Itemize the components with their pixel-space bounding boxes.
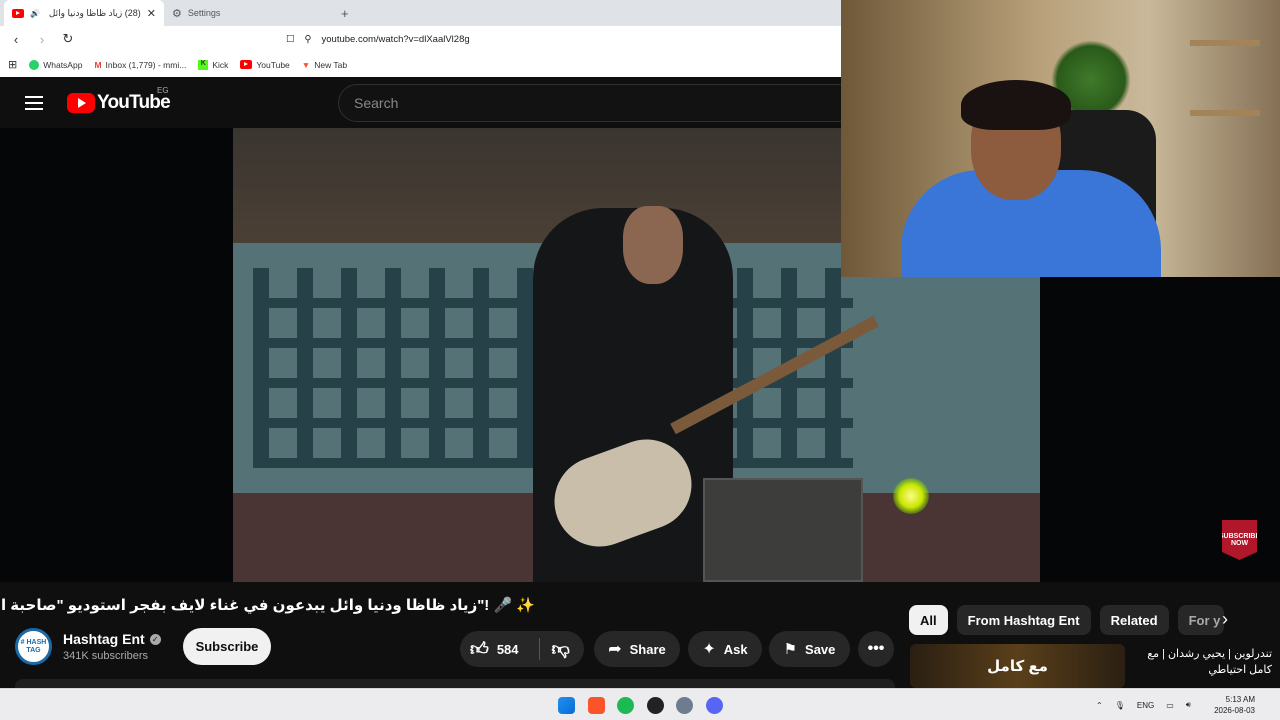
- brave-icon[interactable]: [588, 697, 605, 714]
- youtube-logo[interactable]: YouTube EG: [67, 86, 171, 114]
- apps-grid-icon[interactable]: ⊞: [8, 58, 17, 71]
- recommendation-thumbnail[interactable]: مع كامل: [910, 644, 1125, 688]
- back-icon[interactable]: ‹: [8, 32, 24, 47]
- menu-icon[interactable]: [25, 95, 43, 110]
- verified-icon: ✓: [149, 633, 161, 645]
- bookmark-icon: ⚑: [783, 641, 798, 658]
- thumbs-up-icon: 👍︎: [470, 639, 489, 659]
- gear-icon: ⚙: [172, 7, 182, 20]
- bookmark-new-tab[interactable]: ▼ New Tab: [302, 60, 347, 70]
- subscribe-button[interactable]: Subscribe: [183, 628, 271, 665]
- new-tab-button[interactable]: +: [329, 0, 361, 26]
- speaker-icon[interactable]: 🔊: [30, 9, 40, 18]
- bookmark-label: New Tab: [314, 59, 348, 70]
- amplifier: [703, 478, 863, 582]
- sparkle-icon: ✦: [702, 641, 716, 658]
- bookmark-label: Kick: [212, 59, 229, 70]
- dislike-button[interactable]: 👎︎: [548, 638, 570, 660]
- close-tab-icon[interactable]: ✕: [147, 7, 156, 20]
- volume-icon[interactable]: 🔊︎: [1186, 700, 1191, 710]
- channel-avatar[interactable]: # HASH TAG: [15, 628, 52, 665]
- more-actions-button[interactable]: •••: [858, 631, 894, 667]
- gmail-icon: M: [94, 59, 102, 70]
- save-label: Save: [805, 641, 836, 657]
- ask-label: Ask: [723, 641, 748, 657]
- tab-title: Settings: [187, 8, 221, 18]
- like-count: 584: [496, 641, 519, 657]
- like-dislike-group: 👍︎ 584 👎︎: [460, 631, 584, 667]
- chip-related[interactable]: Related: [1099, 605, 1169, 635]
- subscribe-now-badge[interactable]: SUBSCRIBE NOW: [1222, 520, 1257, 560]
- youtube-play-icon: [67, 92, 95, 113]
- bookmark-star-icon[interactable]: ☐: [286, 34, 295, 45]
- bookmarks-bar: ⊞ WhatsApp M Inbox (1,779) - mmi... K Kick…: [0, 52, 841, 77]
- like-button[interactable]: 👍︎ 584: [470, 638, 519, 660]
- chip-from-channel[interactable]: From Hashtag Ent: [956, 605, 1091, 635]
- chip-all[interactable]: All: [909, 605, 948, 635]
- video-title: ✨ 🎤 !"زياد ظاظا ودنيا وائل يبدعون في غنا…: [0, 597, 535, 614]
- video-details: ✨ 🎤 !"زياد ظاظا ودنيا وائل يبدعون في غنا…: [0, 582, 1280, 691]
- spotify-icon[interactable]: [617, 697, 634, 714]
- bookmark-kick[interactable]: K Kick: [198, 59, 229, 70]
- youtube-favicon-icon: [12, 8, 24, 18]
- bookmark-whatsapp[interactable]: WhatsApp: [29, 59, 83, 70]
- whatsapp-icon: [29, 59, 40, 70]
- tab-strip: 🔊 (28) زياد ظاظا ودنيا وائل يبدع ✕ ⚙ Set…: [0, 0, 841, 26]
- search-input[interactable]: Search: [338, 84, 858, 122]
- youtube-icon: [240, 60, 253, 69]
- browser-window: 🔊 (28) زياد ظاظا ودنيا وائل يبدع ✕ ⚙ Set…: [0, 0, 841, 77]
- time-text: 5:13 AM: [1225, 695, 1255, 704]
- logo-text: YouTube: [97, 91, 171, 113]
- tab-youtube-video[interactable]: 🔊 (28) زياد ظاظا ودنيا وائل يبدع ✕: [4, 0, 164, 26]
- brave-icon: ▼: [301, 59, 311, 70]
- windows-start-icon[interactable]: [558, 697, 575, 714]
- subscriber-count: 341K subscribers: [63, 650, 148, 662]
- ask-button[interactable]: ✦ Ask: [688, 631, 762, 667]
- tab-title: (28) زياد ظاظا ودنيا وائل يبدع: [46, 7, 141, 18]
- webcam-overlay: [841, 0, 1280, 277]
- related-chips: All From Hashtag Ent Related For y: [909, 605, 1225, 635]
- settings-icon[interactable]: [676, 697, 693, 714]
- forward-icon[interactable]: ›: [34, 32, 50, 47]
- youtube-header: YouTube EG Search: [0, 77, 858, 128]
- tab-settings[interactable]: ⚙ Settings: [164, 0, 329, 26]
- chip-for-you[interactable]: For y: [1177, 605, 1225, 635]
- bookmark-label: YouTube: [256, 59, 290, 70]
- recommendation-title[interactable]: تندرلوين | يحيي رشدان | مع كامل احتياطي: [1132, 646, 1272, 678]
- thumbs-down-icon: 👎︎: [551, 639, 570, 659]
- clock[interactable]: 5:13 AM 2026-08-03: [1214, 694, 1255, 716]
- obs-icon[interactable]: [647, 697, 664, 714]
- share-label: Share: [629, 641, 666, 657]
- kick-icon: K: [198, 59, 209, 70]
- reload-icon[interactable]: ↻: [60, 31, 76, 47]
- screen: 🔊 (28) زياد ظاظا ودنيا وائل يبدع ✕ ⚙ Set…: [0, 0, 1280, 720]
- network-icon[interactable]: ▭: [1166, 701, 1174, 710]
- bookmark-youtube[interactable]: YouTube: [240, 59, 290, 70]
- bookmark-label: WhatsApp: [43, 59, 83, 70]
- windows-taskbar: ⌃ 🎙︎ ENG ▭ 🔊︎ 5:13 AM 2026-08-03: [0, 688, 1280, 720]
- microphone-icon[interactable]: 🎙︎: [1115, 701, 1125, 710]
- channel-name[interactable]: Hashtag Ent: [63, 631, 145, 647]
- share-icon: ➦: [608, 641, 622, 658]
- date-text: 2026-08-03: [1214, 706, 1255, 715]
- omnibox[interactable]: ☐ ⚲ youtube.com/watch?v=dlXaalVl28g: [286, 34, 470, 45]
- address-bar-row: ‹ › ↻ ☐ ⚲ youtube.com/watch?v=dlXaalVl28…: [0, 26, 841, 52]
- site-info-icon[interactable]: ⚲: [305, 34, 312, 45]
- bookmark-gmail[interactable]: M Inbox (1,779) - mmi...: [94, 60, 186, 70]
- save-button[interactable]: ⚑ Save: [769, 631, 850, 667]
- language-indicator[interactable]: ENG: [1137, 701, 1154, 710]
- system-tray: ⌃ 🎙︎ ENG ▭ 🔊︎: [1096, 689, 1191, 720]
- discord-icon[interactable]: [706, 697, 723, 714]
- chevron-up-icon[interactable]: ⌃: [1096, 701, 1103, 710]
- bookmark-label: Inbox (1,779) - mmi...: [105, 59, 187, 70]
- url-text[interactable]: youtube.com/watch?v=dlXaalVl28g: [322, 34, 470, 45]
- share-button[interactable]: ➦ Share: [594, 631, 680, 667]
- stage-light: [893, 478, 929, 514]
- channel-info: # HASH TAG Hashtag Ent ✓ 341K subscribers: [15, 628, 161, 665]
- chevron-right-icon[interactable]: ›: [1222, 609, 1228, 630]
- country-code: EG: [157, 85, 169, 95]
